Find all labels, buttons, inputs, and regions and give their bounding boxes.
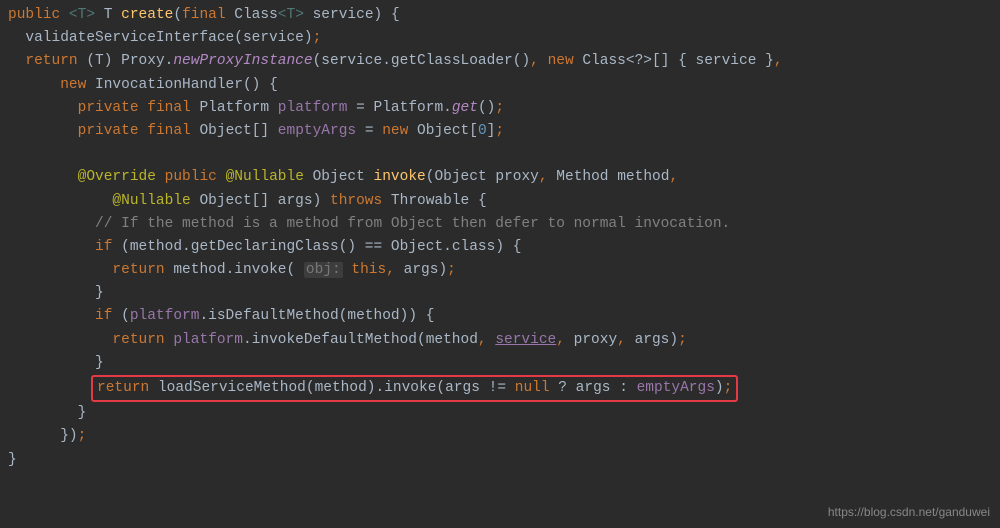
highlighted-return-line: return loadServiceMethod(method).invoke(… [91, 375, 738, 402]
field-emptyArgs: emptyArgs [278, 123, 356, 139]
type-InvocationHandler: InvocationHandler [95, 77, 243, 93]
method-create: create [121, 7, 173, 23]
field-platform: platform [130, 308, 200, 324]
type-Throwable: Throwable [391, 193, 469, 209]
field-platform: platform [278, 100, 348, 116]
keyword-private: private [78, 100, 139, 116]
keyword-throws: throws [330, 193, 382, 209]
line-12: return method.invoke( obj: this, args); [112, 262, 455, 278]
type-Platform: Platform [199, 100, 269, 116]
line-1: public <T> T create(final Class<T> servi… [8, 7, 400, 23]
param-hint-obj: obj: [304, 262, 343, 278]
method-invoke: invoke [374, 169, 426, 185]
keyword-new: new [382, 123, 408, 139]
keyword-if: if [95, 308, 112, 324]
op-eqeq: == [365, 239, 382, 255]
type-Object: Object [313, 169, 365, 185]
code-block: public <T> T create(final Class<T> servi… [8, 4, 992, 472]
generic-gt: > [86, 7, 95, 23]
op-ternary-q: ? [558, 380, 567, 396]
keyword-return: return [112, 332, 164, 348]
type-Class: Class [234, 7, 278, 23]
watermark-text: https://blog.csdn.net/ganduwei [828, 503, 990, 522]
keyword-new: new [548, 53, 574, 69]
field-platform: platform [173, 332, 243, 348]
keyword-return: return [25, 53, 77, 69]
anno-Nullable: @Nullable [226, 169, 304, 185]
type-Object: Object [199, 123, 251, 139]
keyword-final: final [182, 7, 226, 23]
generic-lt: < [69, 7, 78, 23]
line-3: return (T) Proxy.newProxyInstance(servic… [25, 53, 782, 69]
anno-Override: @Override [78, 169, 156, 185]
field-emptyArgs: emptyArgs [637, 380, 715, 396]
method-isDefaultMethod: isDefaultMethod [208, 308, 339, 324]
line-2: validateServiceInterface(service); [25, 30, 321, 46]
param-args: args [278, 193, 313, 209]
line-6: private final Object[] emptyArgs = new O… [78, 123, 504, 139]
line-4: new InvocationHandler() { [60, 77, 278, 93]
keyword-return: return [97, 380, 149, 396]
comment-line: // If the method is a method from Object… [95, 216, 730, 232]
return-type: T [104, 7, 113, 23]
keyword-this: this [351, 262, 386, 278]
line-19: }); [60, 428, 86, 444]
method-invokeDefaultMethod: invokeDefaultMethod [252, 332, 417, 348]
line-15: return platform.invokeDefaultMethod(meth… [112, 332, 686, 348]
param-service: service [313, 7, 374, 23]
keyword-public: public [8, 7, 60, 23]
method-get: get [452, 100, 478, 116]
line-10: // If the method is a method from Object… [95, 216, 730, 232]
num-zero: 0 [478, 123, 487, 139]
type-Class-array: Class<?>[] [582, 53, 669, 69]
keyword-null: null [515, 380, 550, 396]
line-20: } [8, 452, 17, 468]
param-method: method [617, 169, 669, 185]
keyword-if: if [95, 239, 112, 255]
class-Proxy: Proxy [121, 53, 165, 69]
op-ternary-colon: : [619, 380, 628, 396]
method-getClassLoader: getClassLoader [391, 53, 513, 69]
line-11: if (method.getDeclaringClass() == Object… [95, 239, 521, 255]
line-13: } [95, 285, 104, 301]
method-getDeclaringClass: getDeclaringClass [191, 239, 339, 255]
method-loadServiceMethod: loadServiceMethod [158, 380, 306, 396]
method-invoke: invoke [234, 262, 286, 278]
line-5: private final Platform platform = Platfo… [78, 100, 504, 116]
method-invoke: invoke [384, 380, 436, 396]
line-9: @Nullable Object[] args) throws Throwabl… [112, 193, 486, 209]
keyword-private: private [78, 123, 139, 139]
line-8: @Override public @Nullable Object invoke… [78, 169, 679, 185]
keyword-final: final [147, 123, 191, 139]
line-14: if (platform.isDefaultMethod(method)) { [95, 308, 434, 324]
line-18: } [78, 405, 87, 421]
type-Method: Method [556, 169, 608, 185]
anno-Nullable: @Nullable [112, 193, 190, 209]
keyword-return: return [112, 262, 164, 278]
keyword-public: public [165, 169, 217, 185]
param-proxy: proxy [495, 169, 539, 185]
op-neq: != [489, 380, 506, 396]
method-newProxyInstance: newProxyInstance [173, 53, 312, 69]
keyword-final: final [147, 100, 191, 116]
line-16: } [95, 355, 104, 371]
var-service: service [495, 332, 556, 348]
call-validateServiceInterface: validateServiceInterface [25, 30, 234, 46]
keyword-new: new [60, 77, 86, 93]
